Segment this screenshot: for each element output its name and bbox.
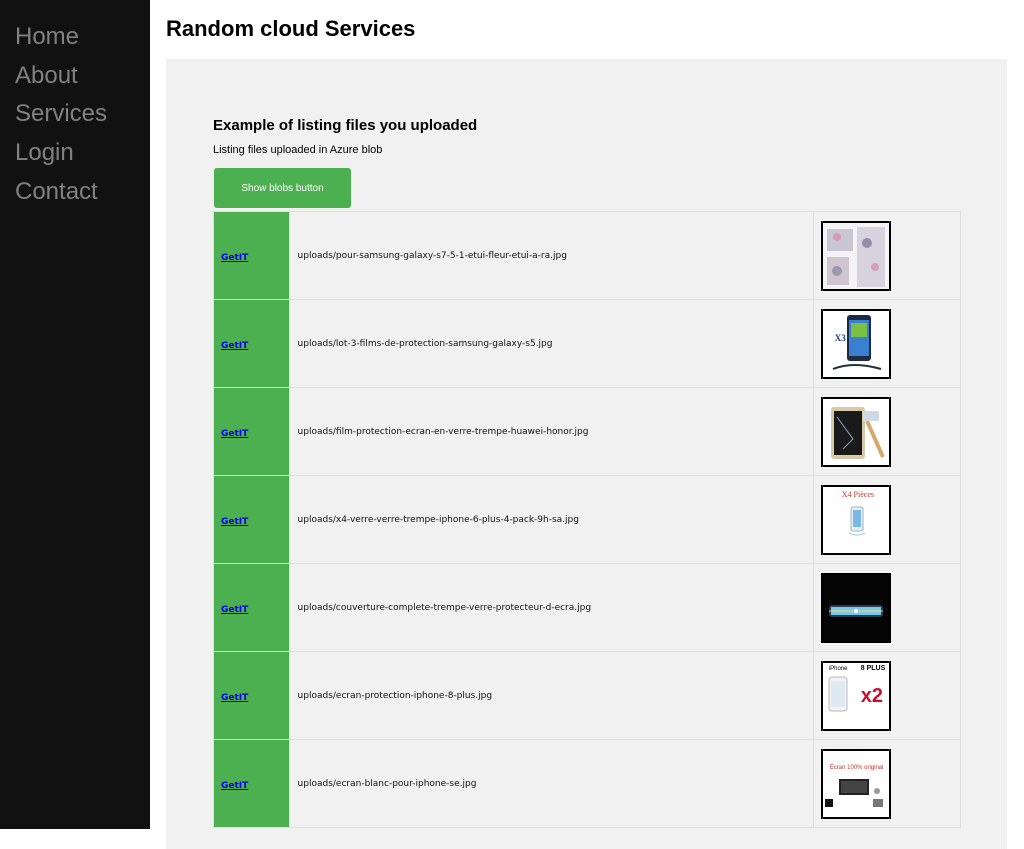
file-row: GetIT uploads/ecran-protection-iphone-8-… (213, 651, 962, 740)
get-it-link[interactable]: GetIT (221, 341, 248, 351)
file-link-cell: GetIT (213, 739, 290, 828)
file-thumbnail (820, 220, 891, 291)
file-thumbnail: X4 Pièces (820, 484, 891, 555)
nav-item-home[interactable]: Home (0, 18, 150, 57)
file-name: uploads/film-protection-ecran-en-verre-t… (288, 387, 814, 476)
file-table: GetIT uploads/pour-samsung-galaxy-s7-5-1… (213, 211, 962, 828)
get-it-link[interactable]: GetIT (221, 429, 248, 439)
thumb-label-count: x2 (860, 684, 884, 707)
file-row: GetIT uploads/couverture-complete-trempe… (213, 563, 962, 652)
file-row: GetIT uploads/film-protection-ecran-en-v… (213, 387, 962, 476)
get-it-link[interactable]: GetIT (221, 605, 248, 615)
file-name: uploads/lot-3-films-de-protection-samsun… (288, 299, 814, 388)
phone-case-image (822, 222, 889, 289)
page-title: Random cloud Services (166, 16, 416, 41)
section-description: Listing files uploaded in Azure blob (213, 144, 383, 156)
show-blobs-button[interactable]: Show blobs button (214, 168, 351, 208)
thumbnail-cell (812, 563, 962, 652)
nav-item-services[interactable]: Services (0, 95, 150, 134)
thumbnail-cell (812, 387, 962, 476)
file-name: uploads/x4-verre-verre-trempe-iphone-6-p… (288, 475, 814, 564)
get-it-link[interactable]: GetIT (221, 253, 248, 263)
nav-item-login[interactable]: Login (0, 134, 150, 173)
iphone-glass-image (848, 506, 865, 535)
file-row: GetIT uploads/x4-verre-verre-trempe-ipho… (213, 475, 962, 564)
section-title: Example of listing files you uploaded (213, 117, 478, 134)
file-link-cell: GetIT (213, 299, 290, 388)
file-row: GetIT uploads/ecran-blanc-pour-iphone-se… (213, 739, 962, 828)
file-link-cell: GetIT (213, 651, 290, 740)
file-thumbnail (820, 396, 891, 467)
file-thumbnail (820, 572, 891, 643)
file-name: uploads/ecran-protection-iphone-8-plus.j… (288, 651, 814, 740)
content-panel: Example of listing files you uploaded Li… (166, 59, 1007, 849)
tempered-glass-image (822, 398, 889, 465)
file-row: GetIT uploads/pour-samsung-galaxy-s7-5-1… (213, 211, 962, 300)
get-it-link[interactable]: GetIT (221, 693, 248, 703)
file-link-cell: GetIT (213, 475, 290, 564)
sidebar: Home About Services Login Contact (0, 0, 150, 829)
file-name: uploads/couverture-complete-trempe-verre… (288, 563, 814, 652)
get-it-link[interactable]: GetIT (221, 781, 248, 791)
nav-item-contact[interactable]: Contact (0, 173, 150, 212)
file-link-cell: GetIT (213, 211, 290, 300)
full-cover-glass-image (822, 574, 889, 641)
main-content: Random cloud Services Example of listing… (150, 0, 1024, 849)
thumbnail-cell: Écran 100% original (812, 739, 962, 828)
thumbnail-cell: X3 (812, 299, 962, 388)
get-it-link[interactable]: GetIT (221, 517, 248, 527)
file-thumbnail: X3 (820, 308, 891, 379)
file-thumbnail: iPhone 8 PLUS x2 (820, 660, 891, 731)
file-name: uploads/ecran-blanc-pour-iphone-se.jpg (288, 739, 814, 828)
nav-item-about[interactable]: About (0, 57, 150, 96)
file-link-cell: GetIT (213, 563, 290, 652)
thumbnail-cell: iPhone 8 PLUS x2 (812, 651, 962, 740)
thumb-label-x3: X3 (834, 332, 846, 343)
thumbnail-cell (812, 211, 962, 300)
iphone-se-screen-image (824, 778, 883, 807)
thumbnail-cell: X4 Pièces (812, 475, 962, 564)
file-row: GetIT uploads/lot-3-films-de-protection-… (213, 299, 962, 388)
phone-screen-protector-image (822, 310, 889, 377)
file-thumbnail: Écran 100% original (820, 748, 891, 819)
sidebar-nav: Home About Services Login Contact (0, 0, 150, 211)
file-name: uploads/pour-samsung-galaxy-s7-5-1-etui-… (288, 211, 814, 300)
file-link-cell: GetIT (213, 387, 290, 476)
